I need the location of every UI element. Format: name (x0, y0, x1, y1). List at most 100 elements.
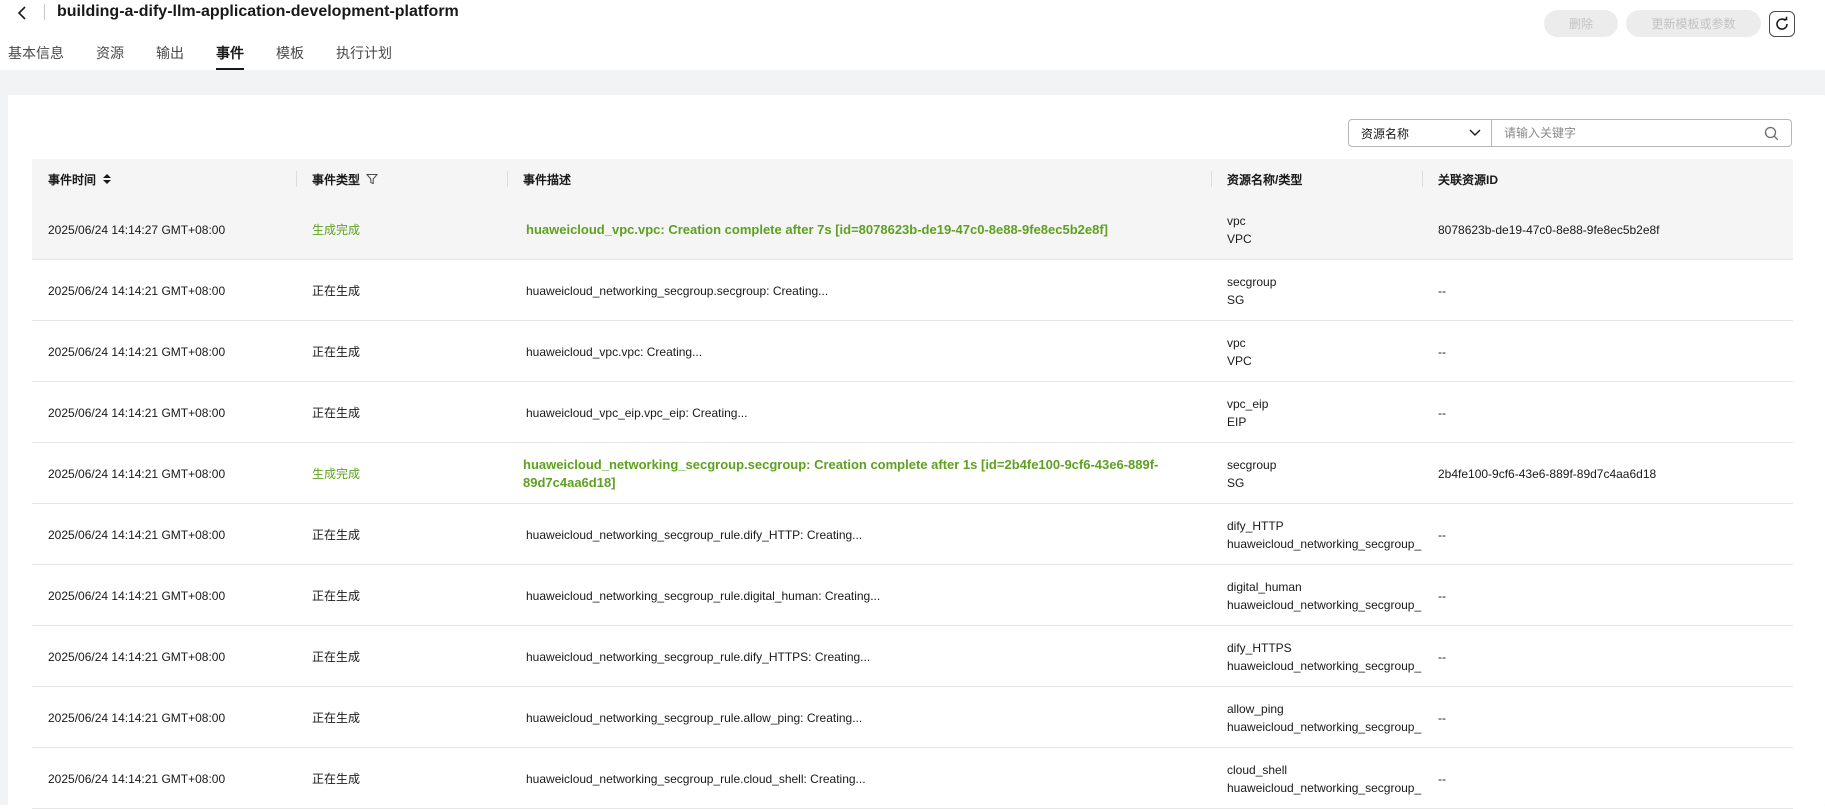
resource-type: huaweicloud_networking_secgroup_ (1227, 597, 1422, 612)
search-icon[interactable] (1764, 126, 1779, 141)
resource-type: SG (1227, 292, 1245, 307)
event-type: 正在生成 (312, 650, 361, 664)
resource-name-type: vpc_eip EIP (1227, 382, 1422, 443)
page-header: building-a-dify-llm-application-developm… (0, 0, 1825, 70)
refresh-button[interactable] (1769, 11, 1795, 37)
column-header-time-label: 事件时间 (48, 172, 97, 187)
event-description: huaweicloud_networking_secgroup.secgroup… (523, 456, 1159, 490)
event-description: huaweicloud_vpc_eip.vpc_eip: Creating... (526, 405, 748, 420)
event-type: 正在生成 (312, 589, 361, 603)
event-description: huaweicloud_networking_secgroup.secgroup… (526, 283, 829, 298)
resource-type: huaweicloud_networking_secgroup_ (1227, 719, 1422, 734)
resource-id: -- (1438, 405, 1446, 420)
table-row[interactable]: 2025/06/24 14:14:27 GMT+08:00 生成完成 huawe… (32, 199, 1793, 260)
search-box (1492, 119, 1792, 147)
event-description: huaweicloud_vpc.vpc: Creating... (526, 344, 703, 359)
tab-outputs[interactable]: 输出 (156, 40, 184, 70)
resource-name: allow_ping (1227, 701, 1284, 716)
event-time: 2025/06/24 14:14:27 GMT+08:00 (48, 222, 226, 237)
resource-type: huaweicloud_networking_secgroup_ (1227, 658, 1422, 673)
resource-name-type: dify_HTTPS huaweicloud_networking_secgro… (1227, 626, 1422, 687)
event-time: 2025/06/24 14:14:21 GMT+08:00 (48, 405, 226, 420)
table-row[interactable]: 2025/06/24 14:14:21 GMT+08:00 正在生成 huawe… (32, 626, 1793, 687)
resource-id: -- (1438, 649, 1446, 664)
back-button[interactable] (12, 2, 32, 24)
event-time: 2025/06/24 14:14:21 GMT+08:00 (48, 588, 226, 603)
column-separator (296, 171, 297, 187)
event-time: 2025/06/24 14:14:21 GMT+08:00 (48, 710, 226, 725)
resource-name: cloud_shell (1227, 762, 1288, 777)
resource-type: VPC (1227, 353, 1252, 368)
tab-execution-plan[interactable]: 执行计划 (336, 40, 392, 70)
tab-basic-info[interactable]: 基本信息 (8, 40, 64, 70)
resource-id: -- (1438, 283, 1446, 298)
resource-name-type: secgroup SG (1227, 443, 1422, 504)
event-description: huaweicloud_networking_secgroup_rule.dif… (526, 649, 871, 664)
search-input[interactable] (1504, 124, 1754, 142)
filter-icon[interactable] (366, 173, 379, 185)
chevron-down-icon (1469, 129, 1481, 136)
refresh-icon (1776, 16, 1788, 30)
table-row[interactable]: 2025/06/24 14:14:21 GMT+08:00 正在生成 huawe… (32, 748, 1793, 809)
resource-id: -- (1438, 710, 1446, 725)
table-row[interactable]: 2025/06/24 14:14:21 GMT+08:00 生成完成 huawe… (32, 443, 1793, 504)
chevron-left-icon (17, 6, 26, 20)
event-description: huaweicloud_vpc.vpc: Creation complete a… (526, 221, 1109, 237)
column-separator (1422, 171, 1423, 187)
resource-name: digital_human (1227, 579, 1302, 594)
event-type: 正在生成 (312, 406, 361, 420)
sort-icon[interactable] (102, 173, 112, 185)
event-type: 正在生成 (312, 528, 361, 542)
resource-name: vpc_eip (1227, 396, 1269, 411)
delete-button[interactable]: 删除 (1544, 10, 1618, 37)
update-template-button[interactable]: 更新模板或参数 (1626, 10, 1761, 37)
resource-type: SG (1227, 475, 1245, 490)
table-row[interactable]: 2025/06/24 14:14:21 GMT+08:00 正在生成 huawe… (32, 565, 1793, 626)
search-field-select[interactable]: 资源名称 (1348, 119, 1492, 147)
resource-name: dify_HTTPS (1227, 640, 1292, 655)
table-body: 2025/06/24 14:14:27 GMT+08:00 生成完成 huawe… (32, 199, 1793, 809)
event-type: 生成完成 (312, 223, 361, 237)
page-title: building-a-dify-llm-application-developm… (57, 3, 459, 20)
resource-name: secgroup (1227, 274, 1277, 289)
resource-name-type: dify_HTTP huaweicloud_networking_secgrou… (1227, 504, 1422, 565)
event-type: 生成完成 (312, 467, 361, 481)
table-header: 事件时间 事件类型 事件描述 资源名称/类型 关联资源ID (32, 159, 1793, 199)
event-description: huaweicloud_networking_secgroup_rule.dif… (526, 527, 863, 542)
column-header-type[interactable]: 事件类型 (312, 159, 379, 199)
tab-resources[interactable]: 资源 (96, 40, 124, 70)
event-type: 正在生成 (312, 772, 361, 786)
resource-name: dify_HTTP (1227, 518, 1284, 533)
table-row[interactable]: 2025/06/24 14:14:21 GMT+08:00 正在生成 huawe… (32, 504, 1793, 565)
column-header-time[interactable]: 事件时间 (48, 159, 112, 199)
resource-id: -- (1438, 344, 1446, 359)
resource-name: secgroup (1227, 457, 1277, 472)
title-divider (44, 4, 45, 20)
resource-id: -- (1438, 771, 1446, 786)
column-header-resource-id: 关联资源ID (1438, 172, 1499, 187)
event-type: 正在生成 (312, 284, 361, 298)
table-row[interactable]: 2025/06/24 14:14:21 GMT+08:00 正在生成 huawe… (32, 687, 1793, 748)
resource-name-type: digital_human huaweicloud_networking_sec… (1227, 565, 1422, 626)
resource-id: -- (1438, 588, 1446, 603)
event-type: 正在生成 (312, 345, 361, 359)
table-row[interactable]: 2025/06/24 14:14:21 GMT+08:00 正在生成 huawe… (32, 260, 1793, 321)
table-row[interactable]: 2025/06/24 14:14:21 GMT+08:00 正在生成 huawe… (32, 321, 1793, 382)
event-description: huaweicloud_networking_secgroup_rule.dig… (526, 588, 881, 603)
column-header-description: 事件描述 (523, 172, 572, 187)
event-time: 2025/06/24 14:14:21 GMT+08:00 (48, 466, 226, 481)
event-time: 2025/06/24 14:14:21 GMT+08:00 (48, 344, 226, 359)
resource-id: -- (1438, 527, 1446, 542)
tab-events[interactable]: 事件 (216, 40, 244, 70)
column-header-type-label: 事件类型 (312, 172, 361, 187)
table-row[interactable]: 2025/06/24 14:14:21 GMT+08:00 正在生成 huawe… (32, 382, 1793, 443)
event-type: 正在生成 (312, 711, 361, 725)
event-description: huaweicloud_networking_secgroup_rule.all… (526, 710, 863, 725)
resource-type: huaweicloud_networking_secgroup_ (1227, 536, 1422, 551)
tab-templates[interactable]: 模板 (276, 40, 304, 70)
resource-name-type: allow_ping huaweicloud_networking_secgro… (1227, 687, 1422, 748)
event-time: 2025/06/24 14:14:21 GMT+08:00 (48, 527, 226, 542)
column-separator (1211, 171, 1212, 187)
event-description: huaweicloud_networking_secgroup_rule.clo… (526, 771, 866, 786)
event-time: 2025/06/24 14:14:21 GMT+08:00 (48, 649, 226, 664)
